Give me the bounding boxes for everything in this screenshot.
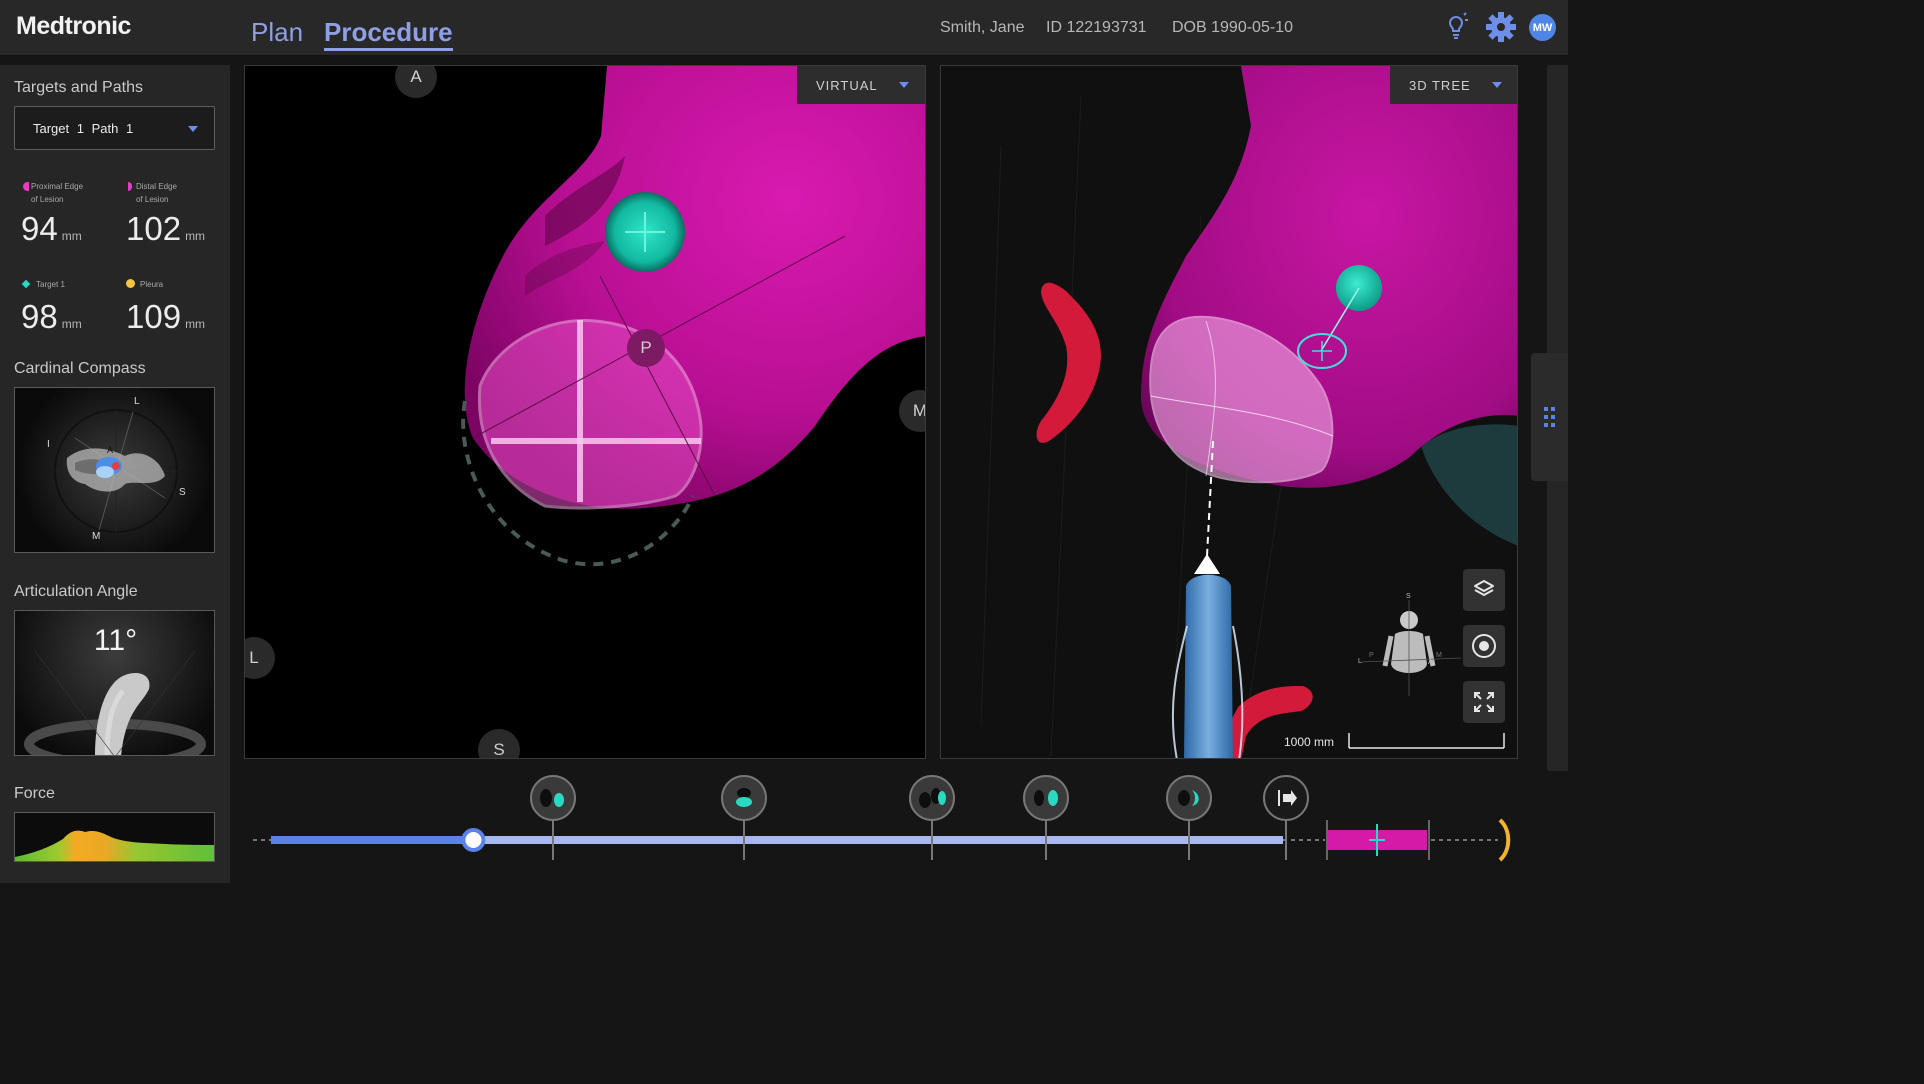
timeline-progress-fill bbox=[271, 836, 474, 844]
top-bar: Medtronic Plan Procedure Smith, Jane ID … bbox=[0, 0, 1568, 56]
force-graph bbox=[14, 812, 215, 862]
chevron-down-icon bbox=[899, 82, 909, 88]
layers-button[interactable] bbox=[1463, 569, 1505, 611]
metric-label: Pleura bbox=[140, 280, 164, 289]
articulation-value: 11° bbox=[93, 624, 138, 657]
left-sidebar: Targets and Paths Target 1 Path 1 Proxim… bbox=[0, 65, 230, 883]
metric-label-2: of Lesion bbox=[136, 195, 169, 204]
compass-label-center: A bbox=[107, 445, 114, 455]
metric-unit: mm bbox=[185, 229, 206, 243]
timeline-graphic bbox=[253, 775, 1511, 862]
waypoint-airway-4[interactable] bbox=[1024, 776, 1068, 820]
tab-plan[interactable]: Plan bbox=[251, 17, 303, 48]
metric-label: Distal Edge bbox=[136, 182, 177, 191]
patient-dob: DOB 1990-05-10 bbox=[1172, 19, 1293, 36]
view-mode-label: 3D TREE bbox=[1409, 78, 1471, 93]
timeline-scrubber-handle[interactable] bbox=[459, 826, 487, 854]
compass-label-right: S bbox=[179, 487, 186, 498]
mini-axis-p: P bbox=[1369, 652, 1374, 659]
compass-label-left: I bbox=[47, 439, 50, 450]
app-logo: Medtronic bbox=[16, 12, 131, 40]
compass-graphic bbox=[54, 409, 178, 533]
waypoint-airway-1[interactable] bbox=[531, 776, 575, 820]
scale-label: 1000 mm bbox=[1284, 735, 1335, 749]
half-circle-icon bbox=[23, 182, 29, 191]
metric-label: Target 1 bbox=[36, 280, 65, 289]
metric-unit: mm bbox=[61, 317, 82, 331]
mini-axis-a: A bbox=[1428, 659, 1433, 666]
mini-axis-top: S bbox=[1406, 593, 1411, 600]
waypoint-airway-3[interactable] bbox=[910, 776, 954, 820]
cardinal-compass-title: Cardinal Compass bbox=[14, 360, 146, 377]
view-mode-label: VIRTUAL bbox=[816, 78, 878, 93]
chevron-down-icon bbox=[1492, 82, 1502, 88]
metric-label: Proximal Edge bbox=[31, 182, 84, 191]
compass-label-bottom: M bbox=[92, 531, 101, 542]
user-avatar[interactable]: MW bbox=[1529, 14, 1556, 41]
virtual-view[interactable]: A M S L P VIRTUAL bbox=[244, 65, 926, 759]
targets-paths-title: Targets and Paths bbox=[14, 79, 143, 96]
virtual-scene bbox=[461, 66, 925, 567]
metric-unit: mm bbox=[185, 317, 206, 331]
cardinal-compass[interactable]: L I S M A bbox=[14, 387, 215, 553]
metric-value: 94 bbox=[21, 210, 58, 247]
target-path-select[interactable]: Target 1 Path 1 bbox=[14, 106, 215, 150]
metric-value: 109 bbox=[126, 298, 182, 335]
articulation-angle-title: Articulation Angle bbox=[14, 583, 138, 600]
waypoint-airway-5[interactable] bbox=[1167, 776, 1211, 820]
view-mode-select[interactable]: 3D TREE bbox=[1390, 66, 1517, 104]
tab-procedure[interactable]: Procedure bbox=[324, 17, 453, 51]
patient-name: Smith, Jane bbox=[940, 19, 1025, 36]
metric-unit: mm bbox=[61, 229, 82, 243]
mini-axis-m: M bbox=[1436, 652, 1442, 659]
force-title: Force bbox=[14, 785, 55, 802]
chevron-down-icon bbox=[188, 126, 198, 132]
target-icon bbox=[1472, 634, 1496, 658]
target-path-select-value: Target 1 Path 1 bbox=[33, 121, 134, 136]
metric-value: 98 bbox=[21, 298, 58, 335]
gear-icon[interactable] bbox=[1485, 11, 1517, 48]
metric-value: 102 bbox=[126, 210, 182, 247]
panel-drag-handle[interactable] bbox=[1531, 353, 1568, 481]
waypoint-airway-2[interactable] bbox=[722, 776, 766, 820]
waypoint-exit-button[interactable] bbox=[1264, 776, 1308, 820]
fullscreen-button[interactable] bbox=[1463, 681, 1505, 723]
view-mode-select[interactable]: VIRTUAL bbox=[797, 66, 925, 104]
grip-dots-icon bbox=[1544, 407, 1555, 427]
half-circle-icon bbox=[128, 182, 132, 191]
center-target-button[interactable] bbox=[1463, 625, 1505, 667]
patient-id: ID 122193731 bbox=[1046, 19, 1147, 36]
articulation-angle-panel: 11° bbox=[14, 610, 215, 756]
tree-scene bbox=[980, 66, 1517, 758]
navigation-timeline[interactable] bbox=[243, 768, 1548, 883]
expand-icon bbox=[1474, 692, 1494, 712]
compass-label-top: L bbox=[134, 396, 140, 407]
lightbulb-icon[interactable] bbox=[1443, 11, 1469, 48]
tree-view[interactable]: S L P M A 1000 mm 3D TREE bbox=[940, 65, 1518, 759]
orientation-center: P bbox=[627, 329, 665, 367]
mini-axis-left: L bbox=[1358, 658, 1362, 665]
circle-icon bbox=[126, 279, 135, 288]
metric-label-2: of Lesion bbox=[31, 195, 64, 204]
layers-icon bbox=[1474, 580, 1494, 596]
diamond-icon bbox=[21, 279, 31, 289]
